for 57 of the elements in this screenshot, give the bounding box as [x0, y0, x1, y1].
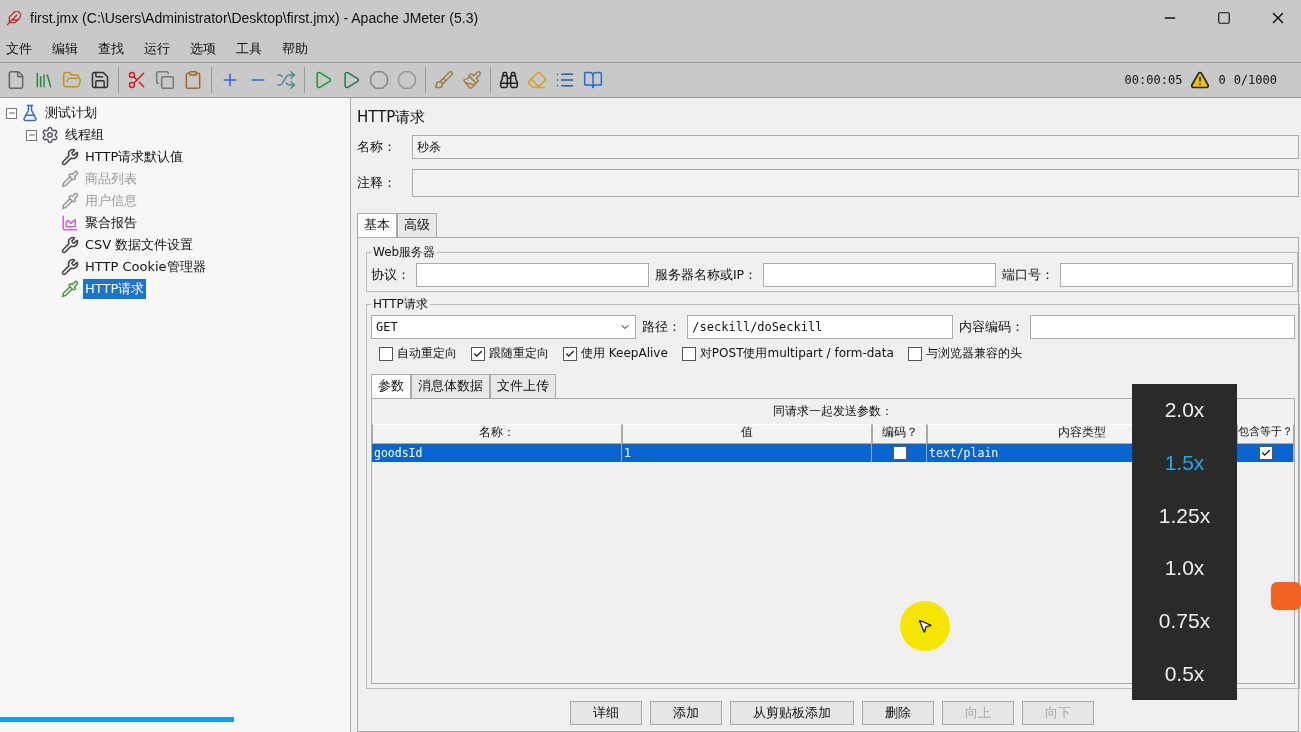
tree-item[interactable]: 聚合报告: [83, 213, 139, 233]
tab[interactable]: 参数: [371, 374, 411, 398]
table-caption: 同请求一起发送参数：: [773, 403, 893, 420]
group-title: Web服务器: [372, 244, 437, 261]
tab[interactable]: 消息体数据: [411, 374, 490, 398]
speed-option[interactable]: 1.0x: [1164, 556, 1205, 581]
menu-item[interactable]: 工具: [236, 40, 262, 58]
menu-item[interactable]: 文件: [6, 40, 32, 58]
thread-count: 0/1000: [1233, 73, 1277, 87]
server-label: 服务器名称或IP：: [654, 266, 758, 284]
menu-item[interactable]: 运行: [144, 40, 170, 58]
elapsed-time: 00:00:05: [1124, 73, 1183, 87]
path-label: 路径：: [642, 318, 682, 336]
window-title: first.jmx (C:\Users\Administrator\Desktop\first.jmx) - Apache JMeter (5.3): [30, 10, 480, 26]
name-label: 名称：: [357, 138, 396, 156]
panel-title: HTTP请求: [357, 108, 427, 127]
action-button[interactable]: 删除: [862, 701, 934, 725]
port-label: 端口号：: [1002, 266, 1055, 284]
column-header[interactable]: 包含等于？: [1237, 424, 1294, 444]
tree-item[interactable]: 线程组: [63, 125, 106, 145]
speed-option[interactable]: 0.75x: [1158, 608, 1211, 633]
encoding-label: 内容编码：: [958, 318, 1024, 336]
menu-item[interactable]: 查找: [98, 40, 124, 58]
action-button[interactable]: 从剪贴板添加: [730, 701, 854, 725]
tree-item[interactable]: 测试计划: [43, 103, 99, 123]
method-dropdown[interactable]: GET: [371, 315, 637, 339]
protocol-label: 协议：: [371, 266, 410, 284]
tree-item[interactable]: HTTP请求: [83, 279, 147, 299]
menu-item[interactable]: 编辑: [52, 40, 78, 58]
menu-item[interactable]: 帮助: [282, 40, 308, 58]
warning-count: 0: [1218, 73, 1226, 87]
tree-item[interactable]: HTTP Cookie管理器: [83, 257, 208, 277]
comment-label: 注释：: [357, 174, 396, 192]
speed-option[interactable]: 2.0x: [1164, 398, 1205, 423]
tab[interactable]: 文件上传: [490, 374, 556, 398]
table-cell: goodsId: [372, 444, 622, 462]
path-field[interactable]: /seckill/doSeckill: [687, 315, 953, 339]
checkbox-label: 与浏览器兼容的头: [925, 345, 1022, 362]
name-field[interactable]: 秒杀: [412, 135, 1299, 159]
action-button[interactable]: 添加: [650, 701, 722, 725]
group-title: HTTP请求: [372, 296, 429, 313]
speed-option[interactable]: 1.25x: [1158, 503, 1211, 528]
column-header[interactable]: 编码？: [872, 424, 927, 444]
tree-item[interactable]: HTTP请求默认值: [83, 147, 186, 167]
column-header[interactable]: 值: [622, 424, 872, 444]
speed-option[interactable]: 0.5x: [1164, 661, 1205, 686]
tab[interactable]: 高级: [397, 213, 437, 237]
menu-item[interactable]: 选项: [190, 40, 216, 58]
action-button[interactable]: 详细: [570, 701, 642, 725]
checkbox-label: 对POST使用multipart / form-data: [699, 345, 894, 362]
checkbox-label: 自动重定向: [397, 345, 457, 362]
tab[interactable]: 基本: [357, 213, 397, 237]
checkbox-label: 使用 KeepAlive: [581, 345, 668, 362]
table-cell: 1: [622, 444, 872, 462]
tree-item[interactable]: CSV 数据文件设置: [83, 235, 196, 255]
column-header[interactable]: 名称：: [372, 424, 622, 444]
checkbox-label: 跟随重定向: [489, 345, 549, 362]
